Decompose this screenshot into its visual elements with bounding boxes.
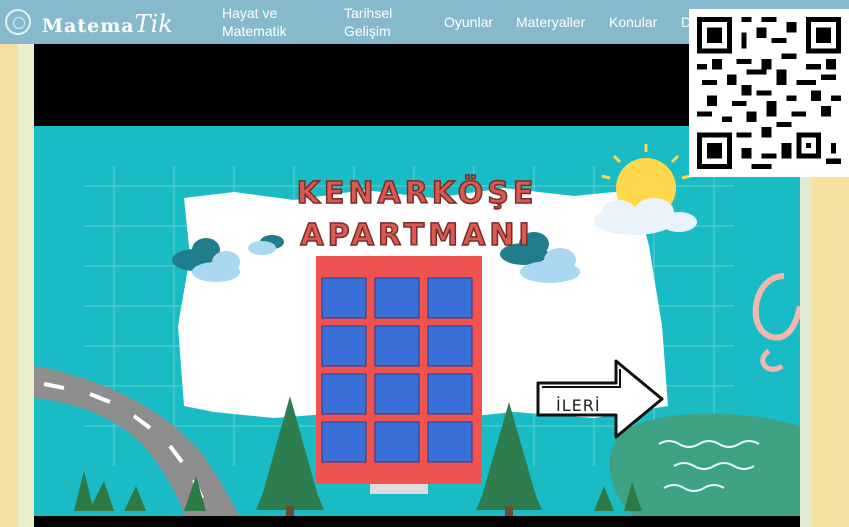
pink-swirl xyxy=(752,273,800,341)
nav-tarih-line1: Tarihsel xyxy=(344,5,393,21)
logo-script: Tik xyxy=(134,10,173,38)
nav-tarihsel-gelisim[interactable]: Tarihsel Gelişim xyxy=(344,4,392,40)
nav-hayat-line1: Hayat ve xyxy=(222,5,278,21)
nav-materyaller[interactable]: Materyaller xyxy=(516,13,585,31)
site-logo[interactable]: MatemaTik xyxy=(42,10,173,38)
qr-code-icon xyxy=(697,17,841,169)
pine-tree-icon xyxy=(476,402,542,516)
game-title-line1: KENARKÖŞE xyxy=(296,175,538,212)
next-button-label[interactable]: İLERİ xyxy=(556,396,601,415)
ministry-logo-icon[interactable] xyxy=(5,9,31,35)
game-video-frame[interactable]: KENARKÖŞE APARTMANI İLERİ xyxy=(34,44,800,527)
nav-tarih-line2: Gelişim xyxy=(344,23,391,39)
logo-main: Matema xyxy=(42,15,135,37)
page-side-left xyxy=(0,0,34,527)
apartment-building xyxy=(316,256,482,494)
nav-oyunlar[interactable]: Oyunlar xyxy=(444,13,493,31)
nav-hayat-line2: Matematik xyxy=(222,23,287,39)
nav-konular[interactable]: Konular xyxy=(609,13,657,31)
game-title-line2: APARTMANI xyxy=(300,217,534,254)
qr-code xyxy=(689,9,849,177)
game-scene[interactable]: KENARKÖŞE APARTMANI İLERİ xyxy=(34,126,800,516)
nav-hayat-ve-matematik[interactable]: Hayat ve Matematik xyxy=(222,4,287,40)
